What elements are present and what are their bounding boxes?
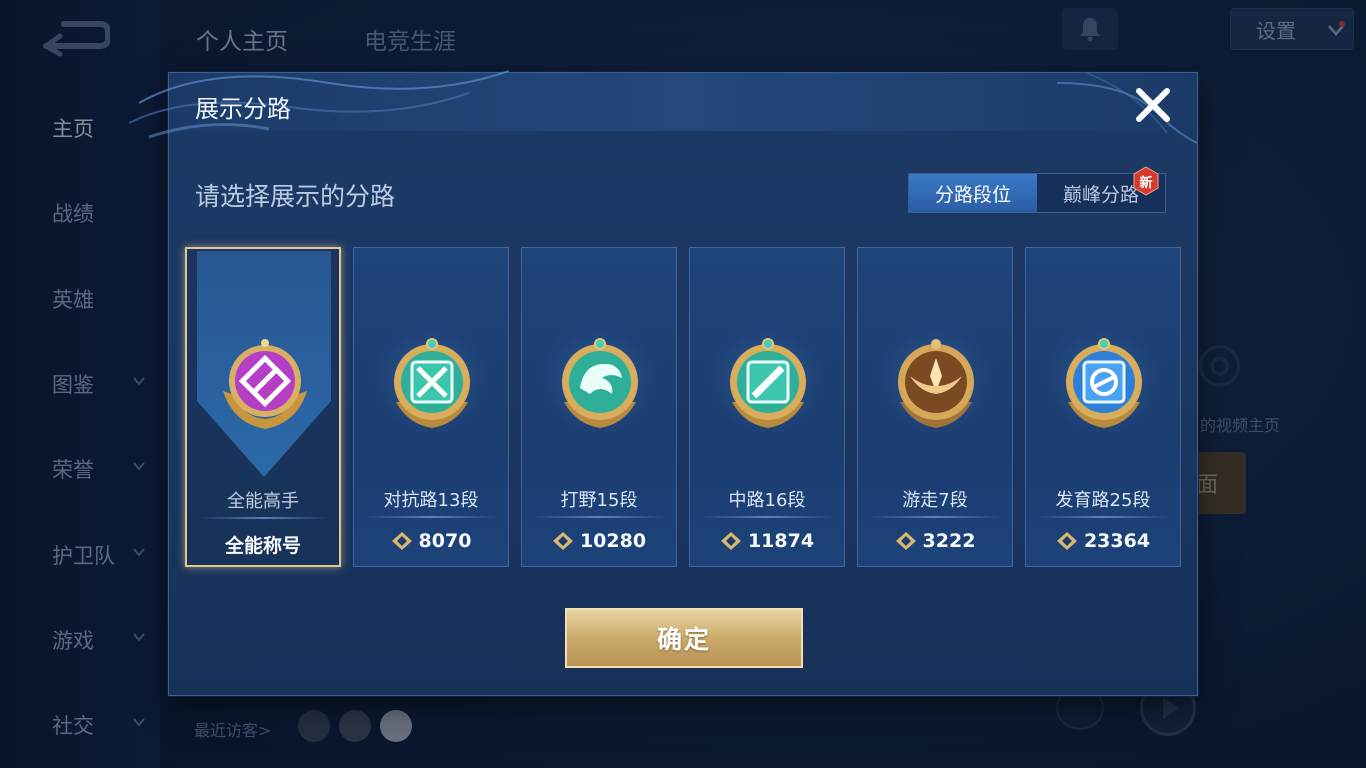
score-value: 11874 [747, 530, 815, 552]
divider [366, 516, 496, 518]
rank-points-icon [391, 532, 412, 550]
mid-lane-emblem-icon [730, 338, 806, 428]
lane-card-name: 打野15段 [560, 490, 638, 511]
lane-card-clash[interactable]: 对抗路13段 8070 [353, 247, 509, 567]
clash-lane-emblem-icon [394, 338, 470, 428]
close-icon[interactable] [1133, 85, 1173, 125]
lane-card-all-round[interactable]: 全能高手 全能称号 [185, 247, 341, 567]
dialog-title: 展示分路 [195, 95, 291, 123]
jungle-emblem-icon [562, 338, 638, 428]
lane-card-score: 10280 [522, 530, 676, 552]
lane-card-score: 11874 [690, 530, 844, 552]
display-lane-dialog: 展示分路 请选择展示的分路 分路段位 巅峰分路 新 全能高手 全能称号 对抗路1… [129, 70, 1198, 696]
divider [870, 516, 1000, 518]
lane-card-jungle[interactable]: 打野15段 10280 [521, 247, 677, 567]
decorative-swirl-icon [129, 70, 510, 139]
tab-lane-rank[interactable]: 分路段位 [909, 174, 1037, 212]
all-round-emblem-icon [223, 339, 307, 429]
lane-card-score: 8070 [354, 530, 508, 552]
decorative-swirl-icon [1057, 73, 1197, 144]
lane-card-score: 23364 [1026, 530, 1180, 552]
rank-points-icon [552, 532, 573, 550]
lane-card-farm[interactable]: 发育路25段 23364 [1025, 247, 1181, 567]
rank-points-icon [1056, 532, 1077, 550]
lane-card-score: 3222 [858, 530, 1012, 552]
lane-card-name: 游走7段 [902, 490, 968, 511]
score-value: 23364 [1083, 530, 1151, 552]
score-value: 3222 [922, 530, 976, 552]
all-round-title-label: 全能称号 [224, 535, 301, 557]
lane-card-mid[interactable]: 中路16段 11874 [689, 247, 845, 567]
lane-card-name: 发育路25段 [1055, 490, 1151, 511]
score-value: 10280 [579, 530, 647, 552]
lane-type-toggle: 分路段位 巅峰分路 [908, 173, 1166, 213]
lane-card-roam[interactable]: 游走7段 3222 [857, 247, 1013, 567]
score-value: 8070 [418, 530, 472, 552]
new-badge-text: 新 [1139, 175, 1153, 191]
rank-points-icon [895, 532, 916, 550]
rank-points-icon [720, 532, 741, 550]
lane-card-name: 中路16段 [728, 490, 806, 511]
dialog-subtitle: 请选择展示的分路 [195, 182, 396, 211]
lane-card-footer: 全能称号 [187, 531, 339, 558]
new-badge: 新 [1131, 166, 1161, 196]
roam-emblem-icon [898, 339, 974, 428]
divider [534, 516, 664, 518]
divider [1038, 516, 1168, 518]
confirm-button[interactable]: 确定 [565, 608, 803, 668]
lane-card-name: 全能高手 [227, 491, 299, 512]
lane-card-name: 对抗路13段 [383, 490, 479, 511]
divider [702, 516, 832, 518]
divider [199, 517, 329, 519]
farm-lane-emblem-icon [1066, 338, 1142, 428]
